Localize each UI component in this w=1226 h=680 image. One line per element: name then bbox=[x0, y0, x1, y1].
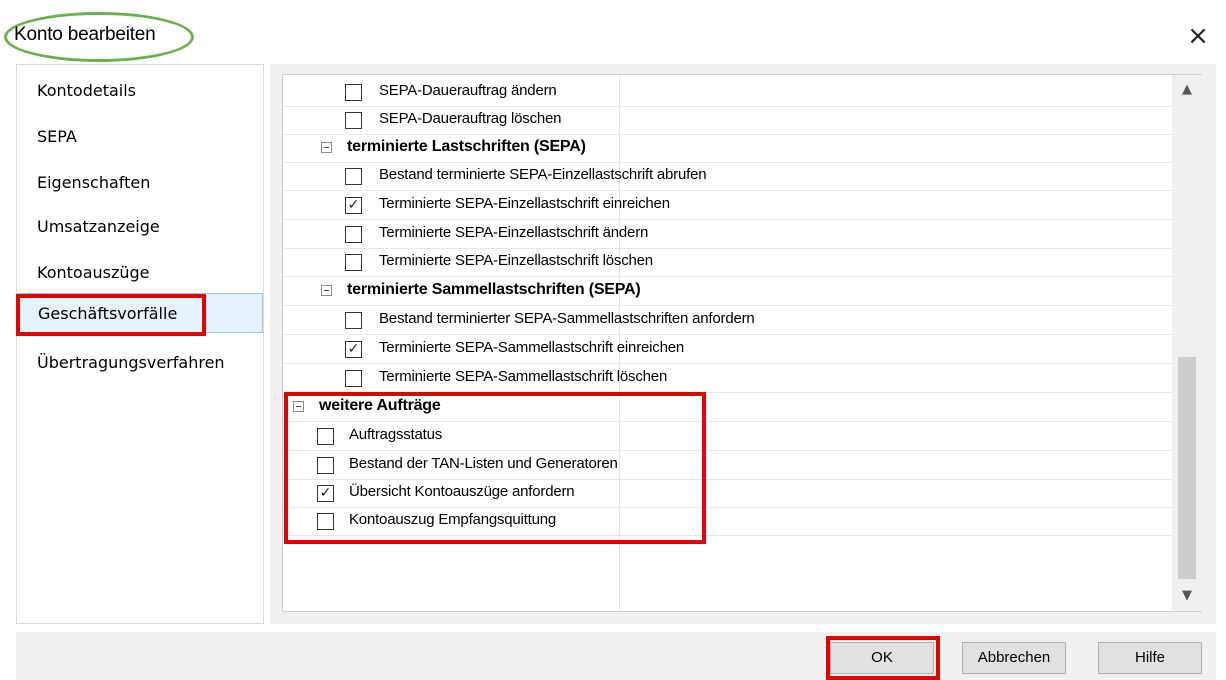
tree-row: Bestand terminierte SEPA-Einzellastschri… bbox=[283, 163, 1173, 191]
nav-item-sepa[interactable]: SEPA bbox=[17, 117, 263, 157]
tree-row-label: Bestand terminierter SEPA-Sammellastschr… bbox=[379, 310, 755, 327]
cancel-button[interactable]: Abbrechen bbox=[962, 642, 1066, 674]
tree-row: SEPA-Dauerauftrag ändern bbox=[283, 79, 1173, 107]
checkbox[interactable] bbox=[345, 112, 362, 129]
checkbox[interactable] bbox=[345, 254, 362, 271]
help-button[interactable]: Hilfe bbox=[1098, 642, 1202, 674]
tree-row-label: Terminierte SEPA-Einzellastschrift änder… bbox=[379, 224, 649, 241]
tree-row: ✓ Terminierte SEPA-Sammellastschrift ein… bbox=[283, 336, 1173, 364]
checkbox[interactable]: ✓ bbox=[317, 485, 334, 502]
checkbox[interactable]: ✓ bbox=[345, 197, 362, 214]
tree-row-label: Auftragsstatus bbox=[349, 426, 443, 443]
nav-item-kontoauszuege[interactable]: Kontoauszüge bbox=[17, 253, 263, 293]
checkbox[interactable]: ✓ bbox=[345, 341, 362, 358]
checkbox[interactable] bbox=[317, 457, 334, 474]
vertical-scrollbar[interactable]: ▲ ▼ bbox=[1172, 75, 1202, 611]
tree-group-label: weitere Aufträge bbox=[319, 397, 441, 414]
checkbox[interactable] bbox=[345, 370, 362, 387]
tree-row-label: SEPA-Dauerauftrag löschen bbox=[379, 110, 562, 127]
tree-row-label: Terminierte SEPA-Sammellastschrift lösch… bbox=[379, 368, 668, 385]
checkbox[interactable] bbox=[317, 428, 334, 445]
tree-row: ✓ Terminierte SEPA-Einzellastschrift ein… bbox=[283, 192, 1173, 220]
checkbox[interactable] bbox=[317, 513, 334, 530]
collapse-icon[interactable] bbox=[321, 285, 332, 296]
tree-row: Terminierte SEPA-Einzellastschrift änder… bbox=[283, 221, 1173, 249]
scroll-thumb[interactable] bbox=[1178, 357, 1196, 579]
tree-row-label: Terminierte SEPA-Einzellastschrift lösch… bbox=[379, 252, 653, 269]
settings-nav: Kontodetails SEPA Eigenschaften Umsatzan… bbox=[16, 64, 264, 624]
tree-row: Kontoauszug Empfangsquittung bbox=[283, 508, 1173, 536]
checkbox[interactable] bbox=[345, 168, 362, 185]
collapse-icon[interactable] bbox=[321, 142, 332, 153]
scroll-down-icon[interactable]: ▼ bbox=[1172, 581, 1202, 611]
nav-item-uebertragungsverfahren[interactable]: Übertragungsverfahren bbox=[17, 343, 263, 383]
tree-row: Bestand terminierter SEPA-Sammellastschr… bbox=[283, 307, 1173, 335]
tree-group: terminierte Sammellastschriften (SEPA) bbox=[283, 278, 1173, 306]
close-icon[interactable]: × bbox=[1184, 22, 1212, 50]
tree-row-label: Kontoauszug Empfangsquittung bbox=[349, 511, 557, 528]
checkbox[interactable] bbox=[345, 84, 362, 101]
tree-row: SEPA-Dauerauftrag löschen bbox=[283, 107, 1173, 135]
tree-row: Terminierte SEPA-Sammellastschrift lösch… bbox=[283, 365, 1173, 393]
tree-row: Bestand der TAN-Listen und Generatoren bbox=[283, 452, 1173, 480]
checkbox[interactable] bbox=[345, 226, 362, 243]
window-title: Konto bearbeiten bbox=[14, 24, 156, 45]
tree-group-label: terminierte Sammellastschriften (SEPA) bbox=[347, 281, 641, 298]
tree-row-label: Bestand der TAN-Listen und Generatoren bbox=[349, 455, 618, 472]
tree-row-label: Terminierte SEPA-Einzellastschrift einre… bbox=[379, 195, 670, 212]
tree-group: weitere Aufträge bbox=[283, 394, 1173, 422]
collapse-icon[interactable] bbox=[293, 401, 304, 412]
tree-group-label: terminierte Lastschriften (SEPA) bbox=[347, 138, 586, 155]
tree-row-label: Übersicht Kontoauszüge anfordern bbox=[349, 483, 575, 500]
business-transactions-tree: SEPA-Dauerauftrag ändern SEPA-Dauerauftr… bbox=[282, 74, 1202, 612]
tree-row-label: Terminierte SEPA-Sammellastschrift einre… bbox=[379, 339, 684, 356]
scroll-up-icon[interactable]: ▲ bbox=[1172, 75, 1202, 105]
ok-button[interactable]: OK bbox=[830, 642, 934, 674]
tree-row: ✓ Übersicht Kontoauszüge anfordern bbox=[283, 480, 1173, 508]
nav-item-eigenschaften[interactable]: Eigenschaften bbox=[17, 163, 263, 203]
tree-group: terminierte Lastschriften (SEPA) bbox=[283, 135, 1173, 163]
tree-row: Terminierte SEPA-Einzellastschrift lösch… bbox=[283, 249, 1173, 277]
tree-row-label: SEPA-Dauerauftrag ändern bbox=[379, 82, 557, 99]
nav-item-kontodetails[interactable]: Kontodetails bbox=[17, 71, 263, 111]
nav-item-umsatzanzeige[interactable]: Umsatzanzeige bbox=[17, 207, 263, 247]
tree-row: Auftragsstatus bbox=[283, 423, 1173, 451]
nav-item-geschaeftsvorfaelle[interactable]: Geschäftsvorfälle bbox=[17, 293, 263, 333]
tree-row-label: Bestand terminierte SEPA-Einzellastschri… bbox=[379, 166, 707, 183]
checkbox[interactable] bbox=[345, 312, 362, 329]
